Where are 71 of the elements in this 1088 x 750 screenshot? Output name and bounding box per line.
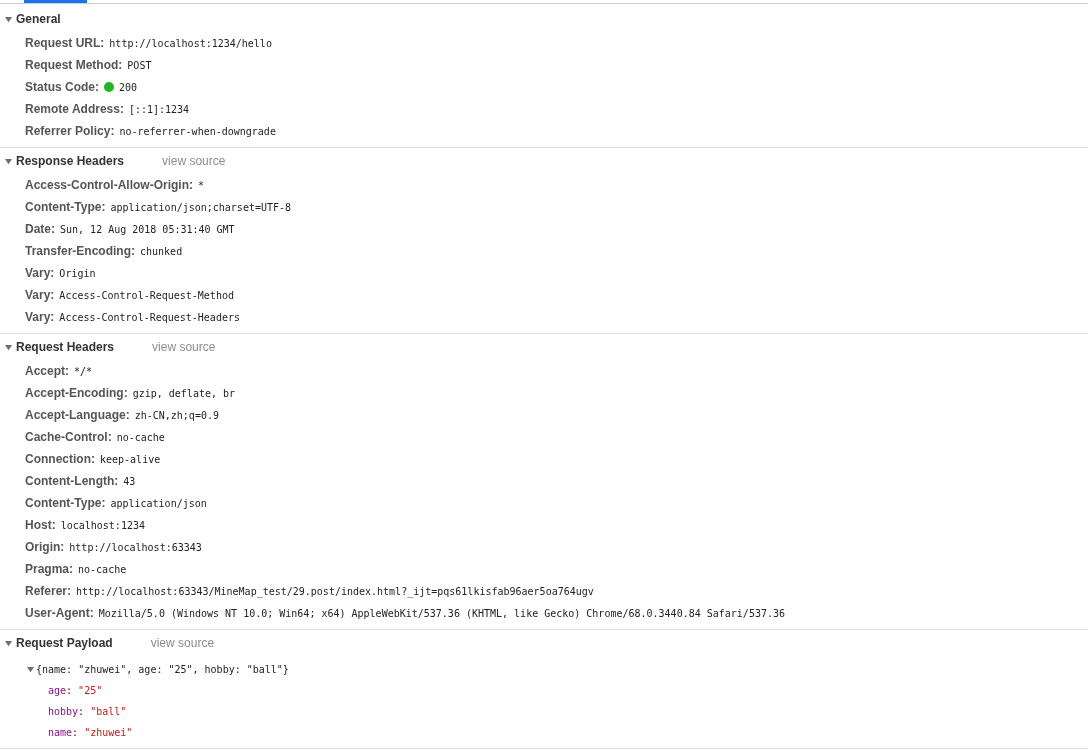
header-value: no-cache bbox=[78, 562, 127, 577]
header-value: Access-Control-Request-Method bbox=[59, 288, 234, 303]
header-name: Content-Length: bbox=[25, 473, 119, 490]
header-value: 43 bbox=[123, 474, 136, 489]
view-source-link[interactable]: view source bbox=[152, 338, 216, 356]
section-title[interactable]: Request Headers bbox=[16, 338, 115, 356]
header-name: Status Code: bbox=[25, 79, 99, 96]
property-separator: : bbox=[78, 705, 86, 719]
header-name: Origin: bbox=[25, 539, 65, 556]
header-name: Vary: bbox=[25, 287, 55, 304]
header-value: Sun, 12 Aug 2018 05:31:40 GMT bbox=[60, 222, 235, 237]
caret-down-icon[interactable] bbox=[5, 343, 12, 351]
header-name: Vary: bbox=[25, 309, 55, 326]
header-name: Referrer Policy: bbox=[25, 123, 115, 140]
header-value: application/json;charset=UTF-8 bbox=[110, 200, 292, 215]
header-value: Access-Control-Request-Headers bbox=[59, 310, 240, 325]
property-value: "ball" bbox=[90, 705, 127, 719]
property-separator: : bbox=[66, 684, 74, 698]
header-name: Content-Type: bbox=[25, 199, 106, 216]
header-name: Host: bbox=[25, 517, 56, 534]
caret-down-icon[interactable] bbox=[5, 15, 12, 23]
header-value: gzip, deflate, br bbox=[132, 386, 236, 401]
property-value: "zhuwei" bbox=[84, 726, 133, 740]
view-source-link[interactable]: view source bbox=[162, 152, 226, 170]
header-value: POST bbox=[127, 58, 152, 73]
header-name: Accept: bbox=[25, 363, 69, 380]
section-title[interactable]: Request Payload bbox=[16, 634, 113, 652]
header-name: Cache-Control: bbox=[25, 429, 112, 446]
header-name: Pragma: bbox=[25, 561, 74, 578]
header-value: zh-CN,zh;q=0.9 bbox=[134, 408, 219, 423]
header-value: keep-alive bbox=[100, 452, 161, 467]
header-name: Date: bbox=[25, 221, 55, 238]
active-tab-indicator bbox=[24, 0, 87, 3]
header-name: Referer: bbox=[25, 583, 72, 600]
header-name: Accept-Language: bbox=[25, 407, 130, 424]
header-name: Transfer-Encoding: bbox=[25, 243, 135, 260]
header-name: Request URL: bbox=[25, 35, 105, 52]
header-value: no-referrer-when-downgrade bbox=[119, 124, 276, 139]
property-name: hobby bbox=[48, 705, 79, 719]
payload-object[interactable]: {name: "zhuwei", age: "25", hobby: "ball"} bbox=[36, 661, 289, 677]
header-value: http://localhost:1234/hello bbox=[109, 36, 272, 51]
header-value: http://localhost:63343 bbox=[69, 540, 202, 555]
caret-down-icon[interactable] bbox=[27, 665, 34, 673]
view-source-link[interactable]: view source bbox=[150, 634, 215, 652]
header-name: Access-Control-Allow-Origin: bbox=[25, 177, 193, 194]
section-title[interactable]: General bbox=[16, 10, 61, 28]
header-value: Origin bbox=[59, 266, 96, 281]
property-name: age bbox=[48, 684, 67, 698]
header-value: */* bbox=[74, 364, 93, 379]
caret-down-icon[interactable] bbox=[5, 157, 12, 165]
header-value: no-cache bbox=[116, 430, 165, 445]
header-value: localhost:1234 bbox=[60, 518, 145, 533]
header-value: http://localhost:63343/MineMap_test/29.post/index.html?_ijt=pqs61lkisfab96aer5oa764ugv bbox=[76, 584, 594, 599]
header-name: Request Method: bbox=[25, 57, 123, 74]
header-name: Accept-Encoding: bbox=[25, 385, 128, 402]
caret-down-icon[interactable] bbox=[5, 639, 12, 647]
header-name: Content-Type: bbox=[25, 495, 106, 512]
property-value: "25" bbox=[78, 684, 103, 698]
header-name: User-Agent: bbox=[25, 605, 94, 622]
header-name: Remote Address: bbox=[25, 101, 124, 118]
header-value: Mozilla/5.0 (Windows NT 10.0; Win64; x64) AppleWebKit/537.36 (KHTML, like Gecko) Chrome/68.0.3440.84 Safari/537.36 bbox=[98, 606, 785, 621]
header-value: 200 bbox=[119, 80, 138, 95]
header-value: * bbox=[198, 178, 205, 193]
section-title[interactable]: Response Headers bbox=[16, 152, 125, 170]
header-value: application/json bbox=[110, 496, 207, 511]
header-name: Vary: bbox=[25, 265, 55, 282]
header-value: [::1]:1234 bbox=[128, 102, 190, 117]
property-separator: : bbox=[72, 726, 80, 740]
header-value: chunked bbox=[140, 244, 183, 259]
header-name: Connection: bbox=[25, 451, 95, 468]
property-name: name bbox=[48, 726, 73, 740]
